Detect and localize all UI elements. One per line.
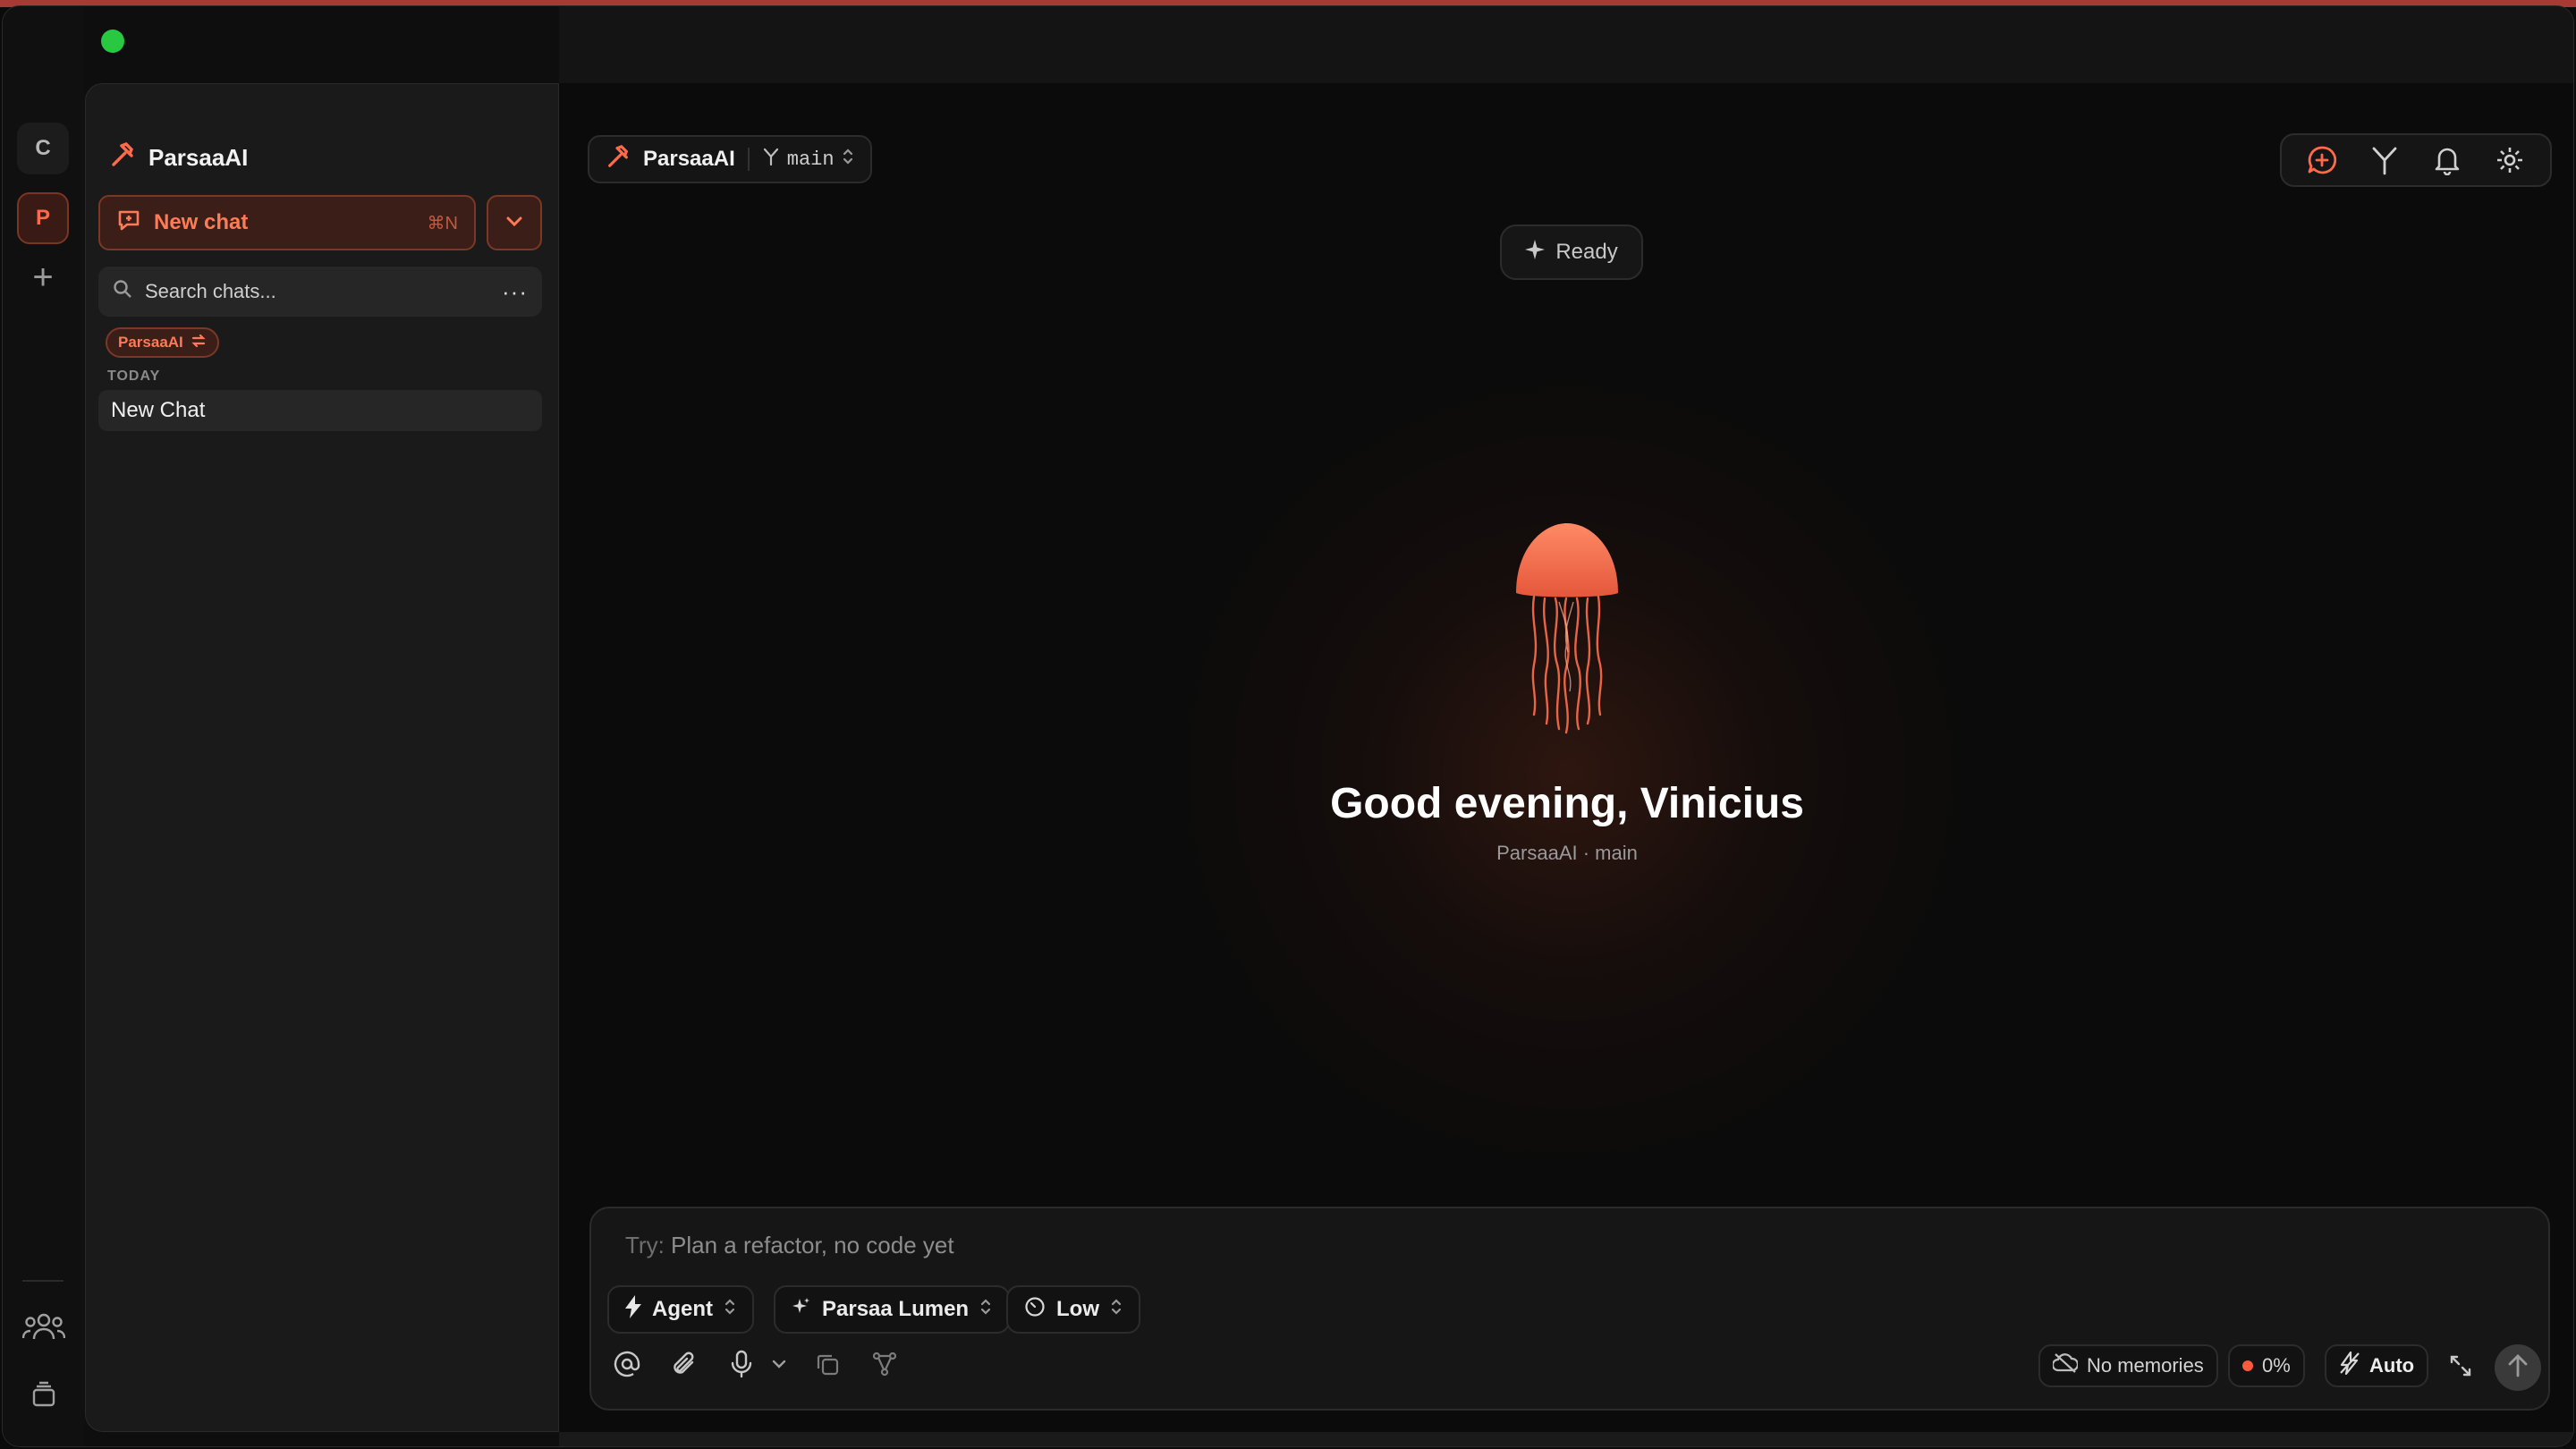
chevron-down-icon bbox=[504, 210, 525, 236]
sparkle-icon bbox=[1525, 239, 1546, 266]
memories-label: No memories bbox=[2087, 1354, 2204, 1377]
attach-icon[interactable] bbox=[663, 1343, 706, 1385]
updown-chevron-icon bbox=[1110, 1297, 1123, 1322]
maximize-window-button[interactable] bbox=[101, 30, 124, 53]
branch-name: main bbox=[786, 148, 835, 171]
new-chat-icon[interactable] bbox=[2302, 140, 2342, 180]
search-placeholder: Search chats... bbox=[145, 280, 276, 302]
bottom-strip bbox=[559, 1432, 2573, 1446]
project-branch-selector[interactable]: ParsaaAI main bbox=[588, 135, 872, 183]
sidebar-project-name: ParsaaAI bbox=[148, 144, 249, 171]
new-chat-label: New chat bbox=[154, 210, 249, 234]
jellyfish-logo bbox=[1507, 521, 1627, 741]
send-button[interactable] bbox=[2495, 1344, 2541, 1391]
model-label: Parsaa Lumen bbox=[822, 1297, 970, 1321]
greeting-subtitle: ParsaaAI · main bbox=[1496, 842, 1638, 864]
mention-icon[interactable] bbox=[606, 1343, 648, 1385]
model-selector[interactable]: Parsaa Lumen bbox=[774, 1285, 1011, 1334]
mode-label: Agent bbox=[652, 1297, 713, 1321]
status-ready-label: Ready bbox=[1555, 240, 1618, 264]
context-dot-icon bbox=[2242, 1360, 2253, 1371]
workspace-p-button[interactable]: P bbox=[17, 192, 69, 244]
more-options-icon[interactable]: ··· bbox=[502, 278, 528, 306]
effort-label: Low bbox=[1056, 1297, 1099, 1321]
auto-label: Auto bbox=[2369, 1354, 2415, 1377]
updown-chevron-icon bbox=[979, 1297, 992, 1322]
chevron-down-icon[interactable] bbox=[767, 1343, 792, 1385]
pill-divider bbox=[747, 148, 750, 171]
chat-plus-icon bbox=[116, 208, 141, 239]
hammer-icon bbox=[606, 144, 631, 175]
auto-lightning-icon bbox=[2339, 1351, 2360, 1380]
updown-chevron-icon bbox=[842, 148, 854, 172]
chat-composer[interactable]: Try: Plan a refactor, no code yet Agent … bbox=[589, 1207, 2550, 1411]
archive-icon[interactable] bbox=[21, 1371, 67, 1418]
git-branch-icon bbox=[762, 147, 780, 173]
greeting-heading: Good evening, Vinicius bbox=[1330, 780, 1804, 827]
project-filter-tag[interactable]: ParsaaAI bbox=[106, 327, 219, 358]
workspace-rail: C P + bbox=[3, 6, 85, 1446]
new-chat-shortcut: ⌘N bbox=[427, 213, 458, 233]
chat-sidebar: ParsaaAI New chat ⌘N Search chats... ··· bbox=[85, 83, 559, 1432]
status-ready-badge: Ready bbox=[1500, 225, 1643, 280]
sparkle-icon bbox=[792, 1297, 811, 1323]
gauge-icon bbox=[1024, 1296, 1046, 1324]
team-icon[interactable] bbox=[21, 1303, 67, 1350]
bell-icon[interactable] bbox=[2428, 140, 2467, 180]
expand-icon[interactable] bbox=[2439, 1344, 2482, 1387]
add-workspace-button[interactable]: + bbox=[17, 251, 69, 303]
new-chat-button[interactable]: New chat ⌘N bbox=[98, 195, 476, 250]
rail-divider bbox=[22, 1280, 64, 1282]
placeholder-text: Plan a refactor, no code yet bbox=[671, 1232, 954, 1258]
main-titlebar bbox=[559, 6, 2573, 83]
placeholder-prefix: Try: bbox=[625, 1232, 665, 1258]
hammer-icon bbox=[109, 141, 136, 174]
filter-tag-label: ParsaaAI bbox=[118, 334, 183, 351]
sidebar-project-title[interactable]: ParsaaAI bbox=[109, 141, 248, 174]
app-window: C P + ParsaaAI New chat ⌘N Search chats.… bbox=[2, 5, 2574, 1447]
context-usage[interactable]: 0% bbox=[2228, 1344, 2305, 1387]
effort-selector[interactable]: Low bbox=[1006, 1285, 1140, 1334]
workspace-c-button[interactable]: C bbox=[17, 123, 69, 174]
header-toolbar bbox=[2280, 133, 2552, 187]
search-chats-input[interactable]: Search chats... ··· bbox=[98, 267, 542, 317]
composer-input[interactable]: Try: Plan a refactor, no code yet bbox=[625, 1232, 954, 1259]
auto-mode-toggle[interactable]: Auto bbox=[2325, 1344, 2429, 1387]
search-icon bbox=[113, 279, 132, 304]
header-project-name: ParsaaAI bbox=[643, 147, 735, 171]
hero-glow bbox=[1149, 352, 1990, 1192]
settings-icon[interactable] bbox=[2490, 140, 2529, 180]
branch-icon[interactable] bbox=[2365, 140, 2404, 180]
workflow-icon[interactable] bbox=[863, 1343, 906, 1385]
lightning-icon bbox=[625, 1294, 641, 1325]
context-percent: 0% bbox=[2262, 1354, 2291, 1377]
chat-list-item[interactable]: New Chat bbox=[98, 390, 542, 431]
section-today-label: TODAY bbox=[107, 369, 161, 384]
mode-selector[interactable]: Agent bbox=[607, 1285, 754, 1334]
copy-icon[interactable] bbox=[806, 1343, 849, 1385]
no-memories-icon bbox=[2051, 1352, 2080, 1379]
chat-item-title: New Chat bbox=[111, 398, 206, 422]
main-panel: ParsaaAI main Ready Good evening, Vinici… bbox=[559, 83, 2573, 1432]
arrow-up-icon bbox=[2507, 1353, 2529, 1382]
branch-selector[interactable]: main bbox=[762, 147, 854, 173]
swap-icon bbox=[191, 333, 207, 353]
microphone-icon[interactable] bbox=[720, 1343, 763, 1385]
updown-chevron-icon bbox=[724, 1297, 736, 1322]
memories-toggle[interactable]: No memories bbox=[2038, 1344, 2218, 1387]
new-chat-options-button[interactable] bbox=[487, 195, 542, 250]
